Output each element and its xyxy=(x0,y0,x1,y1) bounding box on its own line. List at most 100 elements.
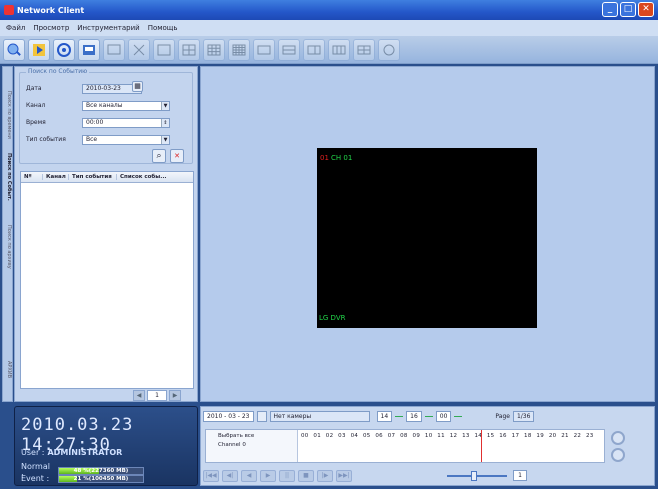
search-group-title: Поиск по Событию xyxy=(26,68,90,75)
settings-button[interactable] xyxy=(53,38,75,61)
playback-button[interactable] xyxy=(28,38,50,61)
search-button[interactable]: ⌕ xyxy=(152,149,166,163)
clear-button[interactable]: ✕ xyxy=(170,149,184,163)
monitor-button[interactable] xyxy=(103,38,125,61)
settings-icon xyxy=(57,42,71,57)
hour-label: 07 xyxy=(387,433,396,439)
video-tile[interactable]: 01 CH 01 LG DVR xyxy=(317,148,537,328)
next-page-button[interactable]: ▶ xyxy=(169,390,181,401)
event-storage-bar: 21 %(100450 MB) xyxy=(58,474,144,483)
hour-label: 12 xyxy=(449,433,458,439)
layout-b-button[interactable] xyxy=(303,38,325,61)
col-channel[interactable]: Канал xyxy=(43,174,69,180)
hour-label: 17 xyxy=(511,433,520,439)
close-button[interactable]: ✕ xyxy=(638,2,654,17)
rail-tab-archive[interactable]: АРХИВ xyxy=(3,352,12,387)
menu-bar: Файл Просмотр Инструментарий Помощь xyxy=(0,20,658,36)
timeline-grid[interactable]: Выбрать все Channel 0 00 01 02 03 04 05 06 07 08… xyxy=(205,429,605,463)
event-type-select[interactable]: Все ▼ xyxy=(82,134,170,145)
chevron-down-icon: ▼ xyxy=(161,135,169,144)
calendar-icon[interactable] xyxy=(256,410,267,422)
layout-wide-icon xyxy=(257,45,271,54)
playback-icon xyxy=(33,43,45,56)
channel-name: CH 01 xyxy=(331,154,353,162)
hour-label: 08 xyxy=(400,433,408,439)
results-pager: ◀ 1 ▶ xyxy=(133,390,181,401)
hour-label: 18 xyxy=(524,433,532,439)
close-view-button[interactable] xyxy=(128,38,150,61)
hour-field[interactable]: 14 xyxy=(376,410,393,422)
speed-value[interactable]: 1 xyxy=(513,470,527,481)
zoom-in-icon[interactable] xyxy=(611,431,625,445)
fullscreen-icon xyxy=(383,44,395,55)
skip-end-button[interactable]: ▶▶| xyxy=(336,470,352,482)
layout-1-icon xyxy=(157,44,171,55)
event-label: Event : xyxy=(21,474,50,483)
step-forward-button[interactable]: |▶ xyxy=(317,470,333,482)
layout-1-button[interactable] xyxy=(153,38,175,61)
channel-label: Канал xyxy=(26,102,46,109)
rail-tab-archive-search[interactable]: Поиск по архиву xyxy=(3,217,12,277)
play-button[interactable]: ▶ xyxy=(260,470,276,482)
minute-field[interactable]: 16 xyxy=(406,410,422,422)
toolbar xyxy=(0,36,658,64)
layout-4-icon xyxy=(182,44,196,55)
page-value: 1/36 xyxy=(512,410,535,422)
hour-label: 01 xyxy=(313,433,321,439)
layout-c-button[interactable] xyxy=(328,38,350,61)
zoom-out-icon[interactable] xyxy=(611,448,625,462)
title-bar: Network Client _ □ ✕ xyxy=(0,0,658,20)
speed-slider[interactable] xyxy=(447,471,507,481)
pause-button[interactable]: || xyxy=(279,470,295,482)
speed-slider-knob[interactable] xyxy=(471,471,477,481)
select-all-checkbox[interactable]: Выбрать все xyxy=(206,430,297,439)
save-button[interactable] xyxy=(78,38,100,61)
layout-wide-button[interactable] xyxy=(253,38,275,61)
layout-a-icon xyxy=(282,45,296,54)
timeline-date[interactable]: 2010 - 03 - 23 xyxy=(203,410,254,422)
menu-view[interactable]: Просмотр xyxy=(33,24,69,32)
layout-16-button[interactable] xyxy=(228,38,250,61)
chevron-down-icon: ▼ xyxy=(161,101,169,110)
minimize-button[interactable]: _ xyxy=(602,2,618,17)
results-table: Nº Канал Тип события Список собы... xyxy=(20,171,194,389)
second-field[interactable]: 00 xyxy=(435,410,452,422)
magnifier-icon: ⌕ xyxy=(156,151,162,161)
layout-d-button[interactable] xyxy=(353,38,375,61)
search-icon xyxy=(7,43,21,56)
hour-label: 23 xyxy=(585,433,594,439)
layout-16-icon xyxy=(232,44,246,55)
time-cursor[interactable] xyxy=(481,430,482,462)
live-view-button[interactable] xyxy=(3,38,25,61)
time-field[interactable]: 00:00 ⇕ xyxy=(82,117,170,128)
col-number[interactable]: Nº xyxy=(21,174,43,180)
layout-9-button[interactable] xyxy=(203,38,225,61)
menu-tools[interactable]: Инструментарий xyxy=(77,24,139,32)
hour-label: 03 xyxy=(338,433,346,439)
step-back-button[interactable]: ◀| xyxy=(222,470,238,482)
channel-select[interactable]: Все каналы ▼ xyxy=(82,100,170,111)
fullscreen-button[interactable] xyxy=(378,38,400,61)
hour-label: 09 xyxy=(412,433,421,439)
maximize-button[interactable]: □ xyxy=(620,2,636,17)
calendar-icon[interactable]: ▦ xyxy=(132,81,143,92)
skip-start-button[interactable]: |◀◀ xyxy=(203,470,219,482)
menu-help[interactable]: Помощь xyxy=(148,24,178,32)
menu-file[interactable]: Файл xyxy=(6,24,25,32)
col-event-list[interactable]: Список собы... xyxy=(117,174,193,180)
rail-tab-event-search[interactable]: Поиск по Событ. xyxy=(3,147,12,207)
close-view-icon xyxy=(133,44,145,55)
status-panel: 2010.03.23 14:27:30 User : ADMINISTRATOR… xyxy=(14,406,198,486)
rail-tab-time-search[interactable]: Поиск по времени xyxy=(3,87,12,142)
reverse-button[interactable]: ◀ xyxy=(241,470,257,482)
col-event-type[interactable]: Тип события xyxy=(69,174,117,180)
layout-d-icon xyxy=(357,45,371,54)
layout-4-button[interactable] xyxy=(178,38,200,61)
prev-page-button[interactable]: ◀ xyxy=(133,390,145,401)
results-header: Nº Канал Тип события Список собы... xyxy=(21,172,193,183)
spinner-icon[interactable]: ⇕ xyxy=(161,118,169,127)
layout-a-button[interactable] xyxy=(278,38,300,61)
camera-select[interactable]: Нет камеры xyxy=(269,410,370,422)
stop-button[interactable]: ■ xyxy=(298,470,314,482)
hour-label: 22 xyxy=(573,433,582,439)
